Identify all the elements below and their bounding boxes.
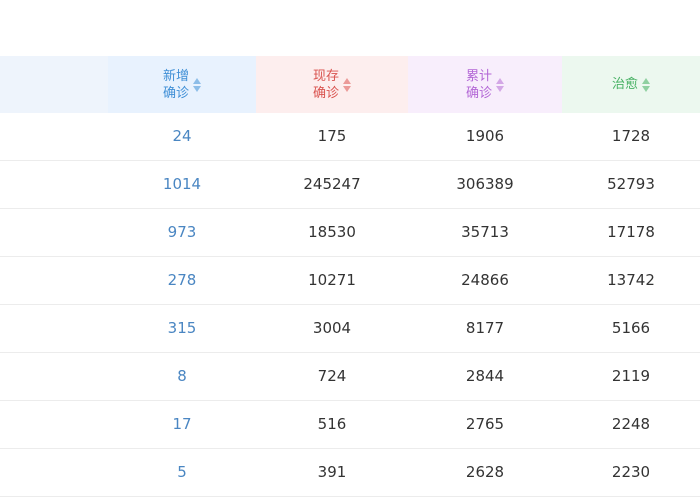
sort-up-icon [193,77,201,84]
header-cured[interactable]: 治愈 [562,56,700,113]
cell-cured: 2119 [611,367,651,385]
cell-new-confirmed: 278 [167,271,197,289]
cell-existing-confirmed: 391 [317,463,347,481]
cell-total-confirmed: 35713 [461,223,509,241]
sort-icon[interactable] [193,77,201,93]
sort-up-icon [496,77,504,84]
cell-cured: 52793 [607,175,655,193]
cell-existing-confirmed: 516 [317,415,347,433]
data-table: 新增 确诊 现存 确诊 累计 确诊 治愈 24 175 1906 1728 10… [0,56,700,497]
cell-total-confirmed: 24866 [461,271,509,289]
header-region [0,56,108,113]
table-header: 新增 确诊 现存 确诊 累计 确诊 治愈 [0,56,700,113]
sort-icon[interactable] [496,77,504,93]
cell-cured: 1728 [611,127,651,145]
cell-total-confirmed: 306389 [456,175,514,193]
header-total-confirmed-line2: 确诊 [465,85,492,101]
header-total-confirmed[interactable]: 累计 确诊 [408,56,562,113]
table-row[interactable]: 8 724 2844 2119 [0,353,700,401]
sort-up-icon [343,77,351,84]
cell-existing-confirmed: 10271 [308,271,356,289]
sort-icon[interactable] [642,77,650,93]
table-row[interactable]: 17 516 2765 2248 [0,401,700,449]
cell-new-confirmed: 315 [167,319,197,337]
sort-down-icon [343,85,351,92]
cell-new-confirmed: 5 [177,463,187,481]
sort-down-icon [642,85,650,92]
table-row[interactable]: 315 3004 8177 5166 [0,305,700,353]
header-cured-label: 治愈 [611,77,638,92]
table-row[interactable]: 973 18530 35713 17178 [0,209,700,257]
cell-cured: 2248 [611,415,651,433]
cell-cured: 13742 [607,271,655,289]
cell-existing-confirmed: 175 [317,127,347,145]
cell-cured: 5166 [611,319,651,337]
table-row[interactable]: 5 391 2628 2230 [0,449,700,497]
header-existing-confirmed[interactable]: 现存 确诊 [256,56,408,113]
cell-existing-confirmed: 245247 [303,175,361,193]
cell-new-confirmed: 973 [167,223,197,241]
cell-new-confirmed: 8 [177,367,187,385]
header-total-confirmed-line1: 累计 [465,68,492,84]
sort-icon[interactable] [343,77,351,93]
sort-up-icon [642,77,650,84]
cell-total-confirmed: 8177 [465,319,505,337]
cell-new-confirmed: 17 [172,415,192,433]
cell-cured: 17178 [607,223,655,241]
table-row[interactable]: 24 175 1906 1728 [0,113,700,161]
sort-down-icon [496,85,504,92]
sort-down-icon [193,85,201,92]
cell-new-confirmed: 1014 [162,175,202,193]
header-existing-confirmed-line2: 确诊 [312,85,339,101]
cell-total-confirmed: 2628 [465,463,505,481]
table-row[interactable]: 1014 245247 306389 52793 [0,161,700,209]
table-row[interactable]: 278 10271 24866 13742 [0,257,700,305]
cell-total-confirmed: 2765 [465,415,505,433]
cell-existing-confirmed: 18530 [308,223,356,241]
header-new-confirmed[interactable]: 新增 确诊 [108,56,256,113]
cell-existing-confirmed: 724 [317,367,347,385]
cell-existing-confirmed: 3004 [312,319,352,337]
cell-total-confirmed: 2844 [465,367,505,385]
cell-new-confirmed: 24 [172,127,192,145]
cell-total-confirmed: 1906 [465,127,505,145]
header-existing-confirmed-line1: 现存 [312,68,339,84]
header-new-confirmed-line2: 确诊 [162,85,189,101]
header-new-confirmed-line1: 新增 [162,68,189,84]
cell-cured: 2230 [611,463,651,481]
